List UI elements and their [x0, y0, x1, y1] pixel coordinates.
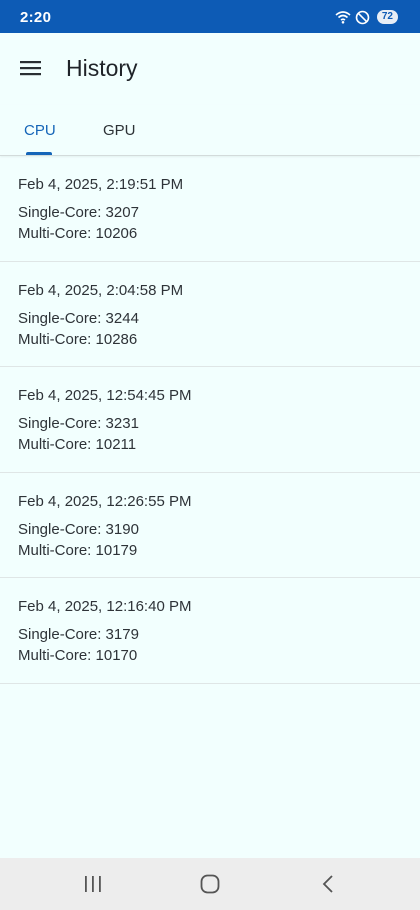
- page-title: History: [66, 55, 138, 81]
- history-list: Feb 4, 2025, 2:19:51 PM Single-Core: 320…: [0, 156, 420, 684]
- status-time: 2:20: [20, 9, 52, 26]
- list-item[interactable]: Feb 4, 2025, 12:54:45 PM Single-Core: 32…: [0, 367, 420, 473]
- entry-single-core: Single-Core: 3207: [18, 204, 139, 221]
- list-item[interactable]: Feb 4, 2025, 2:19:51 PM Single-Core: 320…: [0, 156, 420, 262]
- entry-multi-core: Multi-Core: 10286: [18, 330, 138, 348]
- entry-date: Feb 4, 2025, 12:54:45 PM: [18, 387, 192, 404]
- entry-multi-core: Multi-Core: 10179: [18, 541, 138, 559]
- home-icon[interactable]: [199, 874, 221, 894]
- list-item[interactable]: Feb 4, 2025, 12:26:55 PM Single-Core: 31…: [0, 473, 420, 578]
- status-icons: 72: [335, 9, 398, 25]
- entry-single-core: Single-Core: 3244: [18, 309, 139, 327]
- battery-icon: 72: [376, 10, 398, 24]
- list-item[interactable]: Feb 4, 2025, 12:16:40 PM Single-Core: 31…: [0, 578, 420, 684]
- entry-single-core: Single-Core: 3190: [18, 520, 139, 538]
- tab-gpu[interactable]: GPU: [103, 105, 136, 155]
- status-bar: 2:20 72: [0, 0, 420, 33]
- entry-multi-core: Multi-Core: 10170: [18, 647, 138, 664]
- entry-date: Feb 4, 2025, 2:19:51 PM: [18, 176, 184, 193]
- back-icon[interactable]: [318, 874, 340, 894]
- entry-date: Feb 4, 2025, 12:26:55 PM: [18, 492, 192, 510]
- tab-cpu-label: CPU: [24, 122, 56, 139]
- tab-selected-indicator: [26, 152, 52, 155]
- entry-single-core: Single-Core: 3231: [18, 415, 139, 432]
- entry-date: Feb 4, 2025, 2:04:58 PM: [18, 281, 184, 299]
- app-bar: History: [0, 33, 420, 105]
- wifi-icon: [335, 10, 351, 24]
- do-not-disturb-icon: [355, 10, 370, 25]
- tab-gpu-label: GPU: [103, 122, 136, 139]
- entry-multi-core: Multi-Core: 10211: [18, 436, 137, 453]
- tab-bar: CPU GPU: [0, 105, 420, 156]
- list-item[interactable]: Feb 4, 2025, 2:04:58 PM Single-Core: 324…: [0, 262, 420, 367]
- entry-date: Feb 4, 2025, 12:16:40 PM: [18, 598, 192, 615]
- hamburger-menu-icon[interactable]: [19, 58, 43, 78]
- tab-cpu[interactable]: CPU: [24, 105, 56, 155]
- system-nav-bar: [0, 858, 420, 910]
- entry-multi-core: Multi-Core: 10206: [18, 225, 138, 242]
- entry-single-core: Single-Core: 3179: [18, 626, 139, 643]
- recent-apps-icon[interactable]: [82, 874, 104, 894]
